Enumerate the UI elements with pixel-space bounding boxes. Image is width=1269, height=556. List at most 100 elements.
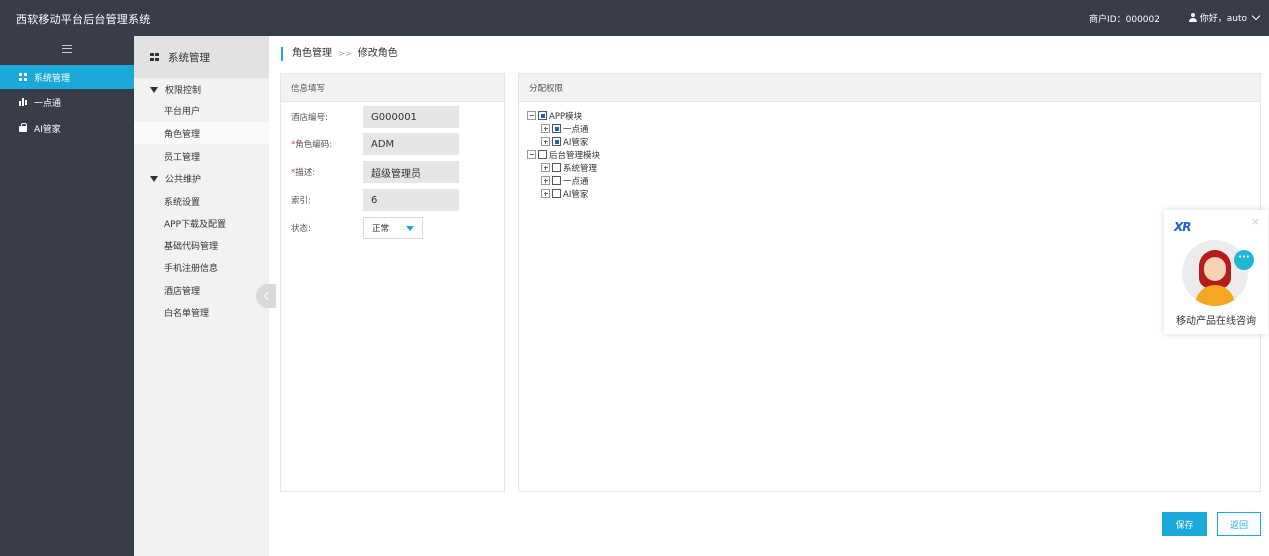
tree-node-app-module: APP模块 (527, 109, 600, 122)
subnav-item-label: 员工管理 (164, 152, 201, 163)
sidebar-item-label: 系统管理 (34, 73, 71, 84)
checkbox[interactable] (538, 150, 547, 159)
role-code-label: *角色编码: (291, 138, 332, 150)
description-label-text: 描述: (295, 168, 316, 178)
tree-node-app-ai-butler: AI管家 (527, 135, 600, 148)
user-menu[interactable]: 你好，auto (1188, 11, 1261, 24)
breadcrumb-parent[interactable]: 角色管理 (292, 48, 332, 59)
caret-down-icon (150, 175, 158, 182)
index-field[interactable]: 6 (363, 189, 459, 211)
permissions-tree: APP模块 一点通 AI管家 后台管理模块 系统管理 一点通 AI管家 (527, 109, 600, 200)
subnav-item-whitelist[interactable]: 白名单管理 (134, 301, 269, 323)
checkbox[interactable] (552, 137, 561, 146)
subnav-item-base-codes[interactable]: 基础代码管理 (134, 234, 269, 256)
subnav-item-staff-management[interactable]: 员工管理 (134, 145, 269, 167)
subnav-group-maintenance[interactable]: 公共维护 (150, 172, 201, 185)
role-code-field[interactable]: ADM (363, 133, 459, 155)
breadcrumb: 角色管理 >> 修改角色 (281, 47, 398, 61)
sidebar-item-system[interactable]: 系统管理 (0, 65, 134, 89)
tree-node-label: 一点通 (563, 176, 589, 187)
subnav-item-label: 酒店管理 (164, 286, 201, 297)
user-greeting: 你好，auto (1199, 14, 1247, 24)
subnav-item-role-management[interactable]: 角色管理 (134, 122, 269, 144)
index-label: 索引: (291, 196, 311, 206)
tree-node-admin-yidiantong: 一点通 (527, 174, 600, 187)
hotel-code-field[interactable]: G000001 (363, 106, 459, 128)
expand-icon[interactable] (541, 189, 550, 198)
subnav-item-platform-users[interactable]: 平台用户 (134, 99, 269, 121)
tree-node-admin-module: 后台管理模块 (527, 148, 600, 161)
subnav-item-label: 角色管理 (164, 129, 201, 140)
avatar-face (1204, 257, 1226, 281)
subnav-item-label: 系统设置 (164, 197, 201, 208)
breadcrumb-separator: >> (338, 49, 352, 58)
subnav-item-label: 基础代码管理 (164, 241, 219, 252)
status-select-value: 正常 (372, 224, 390, 234)
expand-icon[interactable] (541, 124, 550, 133)
subnav-title: 系统管理 (168, 51, 210, 64)
caret-down-icon (406, 226, 414, 231)
tree-node-label: AI管家 (563, 189, 589, 200)
app-title: 西软移动平台后台管理系统 (16, 13, 151, 26)
role-code-row: *角色编码: ADM (281, 133, 505, 155)
menu-toggle-icon[interactable] (62, 45, 72, 53)
checkbox[interactable] (552, 176, 561, 185)
subnav-item-app-download[interactable]: APP下载及配置 (134, 212, 269, 234)
tree-node-label: 一点通 (563, 124, 589, 135)
back-button[interactable]: 返回 (1217, 512, 1261, 536)
subnav-item-label: APP下载及配置 (164, 219, 227, 230)
checkbox[interactable] (538, 111, 547, 120)
subnav-item-label: 白名单管理 (164, 308, 210, 319)
subnav-item-label: 平台用户 (164, 106, 201, 117)
user-icon (1188, 13, 1197, 22)
subnav-item-phone-registration[interactable]: 手机注册信息 (134, 256, 269, 278)
status-select[interactable]: 正常 (363, 217, 423, 239)
permissions-panel: 分配权限 APP模块 一点通 AI管家 后台管理模块 系统管理 一点通 AI管家 (518, 73, 1261, 492)
grid-icon (18, 72, 28, 82)
chevron-down-icon (1251, 11, 1261, 21)
description-row: *描述: 超级管理员 (281, 161, 505, 183)
collapse-sidebar-button[interactable] (256, 284, 276, 308)
close-icon[interactable]: × (1251, 215, 1260, 228)
bar-chart-icon (18, 97, 28, 107)
hotel-code-label: 酒店编号: (291, 113, 328, 123)
checkbox[interactable] (552, 163, 561, 172)
sidebar-item-yidiantong[interactable]: 一点通 (0, 90, 134, 114)
expand-icon[interactable] (541, 137, 550, 146)
collapse-icon[interactable] (527, 150, 536, 159)
checkbox[interactable] (552, 189, 561, 198)
tree-node-label: APP模块 (549, 111, 583, 122)
grid-icon (150, 52, 159, 62)
avatar (1182, 240, 1248, 306)
subnav-group-permissions[interactable]: 权限控制 (150, 83, 201, 96)
tree-node-app-yidiantong: 一点通 (527, 122, 600, 135)
sidebar-item-ai-butler[interactable]: AI管家 (0, 116, 134, 140)
subnav-header: 系统管理 (134, 36, 269, 78)
description-label: *描述: (291, 166, 315, 178)
save-button[interactable]: 保存 (1162, 512, 1207, 536)
status-row: 状态: 正常 (281, 217, 505, 239)
description-field[interactable]: 超级管理员 (363, 161, 459, 183)
subnav-group-label: 权限控制 (165, 86, 202, 96)
expand-icon[interactable] (541, 163, 550, 172)
expand-icon[interactable] (541, 176, 550, 185)
online-consult-widget[interactable]: XR × ··· 移动产品在线咨询 (1164, 210, 1268, 334)
secondary-sidebar: 系统管理 权限控制 平台用户 角色管理 员工管理 公共维护 系统设置 APP下载… (134, 36, 276, 556)
subnav-item-label: 手机注册信息 (164, 263, 219, 274)
checkbox[interactable] (552, 124, 561, 133)
status-label: 状态: (291, 224, 311, 234)
chat-bubble-icon: ··· (1234, 250, 1254, 270)
subnav-item-system-settings[interactable]: 系统设置 (134, 190, 269, 212)
tree-node-label: AI管家 (563, 137, 589, 148)
hotel-code-row: 酒店编号: G000001 (281, 106, 505, 128)
consult-text: 移动产品在线咨询 (1176, 316, 1256, 327)
role-code-label-text: 角色编码: (295, 140, 333, 150)
merchant-id: 商户ID：000002 (1089, 15, 1160, 25)
info-panel-title: 信息填写 (281, 74, 504, 102)
subnav-group-label: 公共维护 (165, 175, 202, 185)
subnav-item-hotel-management[interactable]: 酒店管理 (134, 279, 269, 301)
collapse-icon[interactable] (527, 111, 536, 120)
info-panel: 信息填写 酒店编号: G000001 *角色编码: ADM *描述: 超级管理员… (280, 73, 505, 492)
index-row: 索引: 6 (281, 189, 505, 211)
breadcrumb-current: 修改角色 (357, 48, 398, 59)
